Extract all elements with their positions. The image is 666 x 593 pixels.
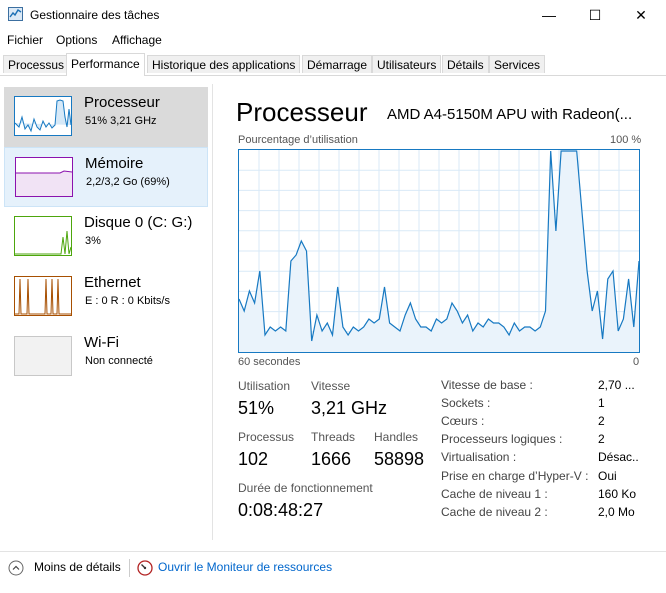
- pane-divider: [212, 84, 213, 540]
- graph-y-label: Pourcentage d’utilisation: [238, 134, 358, 146]
- detail-key: Vitesse de base :: [441, 378, 533, 392]
- ethernet-thumbnail: [14, 276, 72, 316]
- less-details-button[interactable]: Moins de détails: [8, 559, 123, 577]
- tab-bar: Processus Performance Historique des app…: [0, 53, 666, 76]
- processus-value: 102: [238, 449, 269, 469]
- cpu-usage-chart: [239, 150, 639, 352]
- detail-value: 2,70 ...: [598, 378, 635, 392]
- sidebar-item-memoire[interactable]: Mémoire 2,2/3,2 Go (69%): [4, 147, 208, 207]
- sidebar-item-wifi[interactable]: Wi-Fi Non connecté: [4, 327, 208, 387]
- threads-label: Threads: [311, 430, 356, 444]
- menu-fichier[interactable]: Fichier: [7, 33, 43, 47]
- sidebar-item-subtitle: 3%: [85, 235, 101, 247]
- resource-monitor-label: Ouvrir le Moniteur de ressources: [158, 560, 333, 574]
- tab-services[interactable]: Services: [489, 55, 546, 73]
- close-button[interactable]: ✕: [618, 0, 664, 30]
- vitesse-value: 3,21 GHz: [311, 398, 388, 418]
- detail-value: Oui: [598, 469, 617, 483]
- resource-monitor-icon: [137, 560, 153, 576]
- title-bar: Gestionnaire des tâches — ☐ ✕: [0, 0, 666, 30]
- task-manager-icon: [8, 7, 23, 21]
- detail-value: 2: [598, 432, 605, 446]
- memory-thumbnail: [15, 157, 73, 197]
- window-title: Gestionnaire des tâches: [30, 8, 160, 22]
- detail-value: 160 Ko: [598, 487, 637, 501]
- utilisation-label: Utilisation: [238, 379, 291, 393]
- detail-key: Cache de niveau 2 :: [441, 505, 548, 519]
- detail-key: Cache de niveau 1 :: [441, 487, 548, 501]
- menu-bar: Fichier Options Affichage: [0, 30, 666, 50]
- disk-thumbnail: [14, 216, 72, 256]
- vitesse-label: Vitesse: [311, 379, 351, 393]
- resource-list: Processeur 51% 3,21 GHz Mémoire 2,2/3,2 …: [0, 76, 212, 541]
- sidebar-item-subtitle: E : 0 R : 0 Kbits/s: [85, 295, 170, 307]
- graph-x-end-label: 0: [633, 356, 640, 368]
- sidebar-item-title: Processeur: [84, 94, 160, 111]
- tab-processus[interactable]: Processus: [3, 55, 70, 73]
- detail-value: 1: [598, 396, 605, 410]
- sidebar-item-title: Mémoire: [85, 155, 144, 172]
- page-title: Processeur: [236, 97, 368, 127]
- detail-value: Désac...: [598, 450, 638, 464]
- footer-bar: Moins de détails Ouvrir le Moniteur de r…: [0, 551, 666, 584]
- cpu-model-name: AMD A4-5150M APU with Radeon(...: [387, 106, 633, 123]
- sidebar-item-title: Wi-Fi: [84, 334, 119, 351]
- sidebar-item-processeur[interactable]: Processeur 51% 3,21 GHz: [4, 87, 208, 147]
- sidebar-item-subtitle: 51% 3,21 GHz: [85, 115, 157, 127]
- chevron-up-icon: [8, 560, 24, 576]
- detail-value: 2: [598, 414, 605, 428]
- wifi-thumbnail: [14, 336, 72, 376]
- sidebar-item-ethernet[interactable]: Ethernet E : 0 R : 0 Kbits/s: [4, 267, 208, 327]
- threads-value: 1666: [311, 449, 352, 469]
- cpu-usage-graph: [238, 149, 640, 353]
- tab-utilisateurs[interactable]: Utilisateurs: [372, 55, 442, 73]
- graph-y-max-label: 100 %: [610, 134, 642, 146]
- detail-key: Sockets :: [441, 396, 491, 410]
- cpu-thumbnail: [14, 96, 72, 136]
- menu-options[interactable]: Options: [56, 33, 97, 47]
- tab-details[interactable]: Détails: [442, 55, 489, 73]
- sidebar-item-title: Ethernet: [84, 274, 141, 291]
- tab-historique[interactable]: Historique des applications: [147, 55, 301, 73]
- footer-divider: [129, 559, 130, 577]
- sidebar-item-subtitle: Non connecté: [85, 355, 153, 367]
- detail-key: Prise en charge d’Hyper-V :: [441, 469, 589, 483]
- detail-key: Virtualisation :: [441, 450, 517, 464]
- graph-x-start-label: 60 secondes: [238, 356, 301, 368]
- detail-key: Processeurs logiques :: [441, 432, 563, 446]
- utilisation-value: 51%: [238, 398, 275, 418]
- tab-demarrage[interactable]: Démarrage: [302, 55, 373, 73]
- detail-value: 2,0 Mo: [598, 505, 635, 519]
- processus-label: Processus: [238, 430, 295, 444]
- sidebar-item-title: Disque 0 (C: G:): [84, 214, 193, 231]
- resource-monitor-link[interactable]: Ouvrir le Moniteur de ressources: [137, 559, 337, 577]
- less-details-label: Moins de détails: [34, 560, 121, 574]
- handles-value: 58898: [374, 449, 425, 469]
- minimize-button[interactable]: —: [526, 0, 572, 30]
- tab-performance[interactable]: Performance: [66, 53, 145, 76]
- handles-label: Handles: [374, 430, 419, 444]
- menu-affichage[interactable]: Affichage: [112, 33, 162, 47]
- uptime-value: 0:08:48:27: [238, 500, 324, 520]
- uptime-label: Durée de fonctionnement: [238, 481, 373, 495]
- sidebar-item-subtitle: 2,2/3,2 Go (69%): [86, 176, 170, 188]
- maximize-button[interactable]: ☐: [572, 0, 618, 30]
- detail-key: Cœurs :: [441, 414, 485, 428]
- sidebar-item-disque[interactable]: Disque 0 (C: G:) 3%: [4, 207, 208, 267]
